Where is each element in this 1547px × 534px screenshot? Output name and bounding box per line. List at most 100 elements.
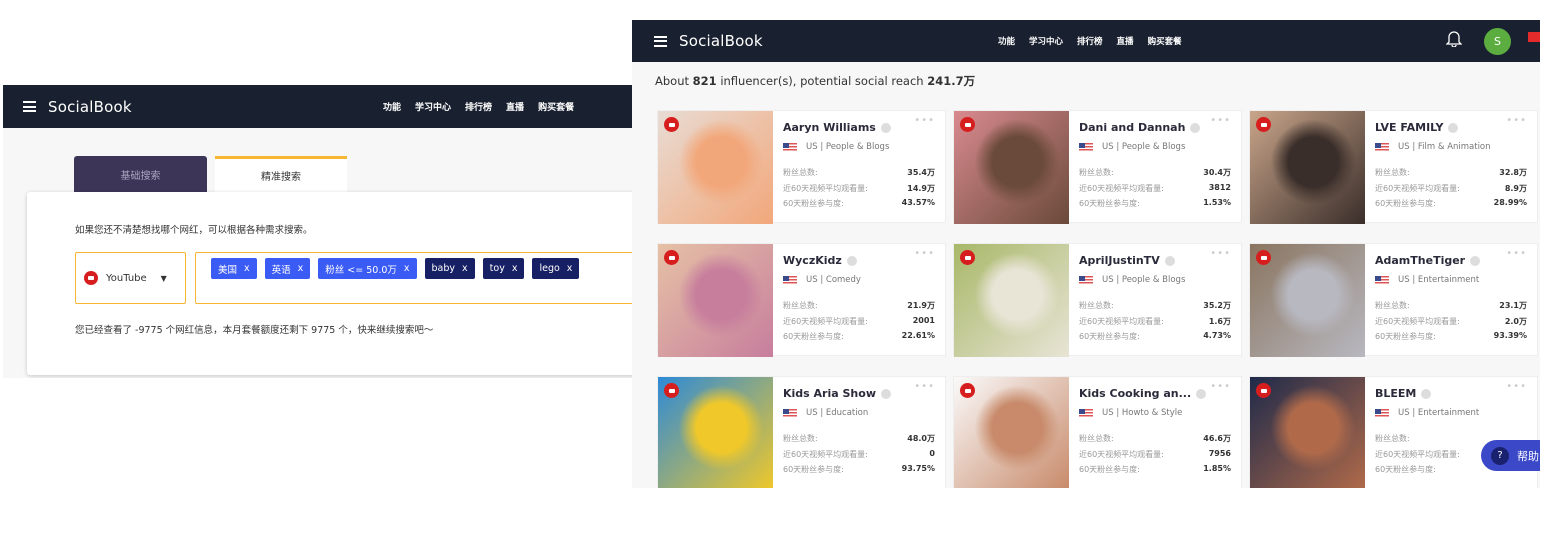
stat-value: 93.39%	[1493, 331, 1527, 340]
stat-row: 粉丝总数: 35.2万	[1079, 300, 1231, 316]
more-options-icon[interactable]: •••	[914, 248, 935, 259]
influencer-card[interactable]: LVE FAMILY ••• US | Film & Animation 粉丝总…	[1249, 110, 1538, 224]
tab-basic-search[interactable]: 基础搜索	[74, 156, 207, 192]
remove-tag-icon[interactable]: x	[512, 263, 518, 274]
influencer-photo[interactable]	[658, 377, 773, 488]
remove-tag-icon[interactable]: x	[567, 263, 573, 274]
filter-tags-input[interactable]: 美国 x 英语 x 粉丝 <= 50.0万 x baby x toy x lego x	[195, 252, 632, 304]
filter-tag[interactable]: lego x	[532, 258, 580, 279]
influencer-name[interactable]: WyczKidz	[783, 254, 935, 267]
more-options-icon[interactable]: •••	[1210, 248, 1231, 259]
stat-value: 22.61%	[901, 331, 935, 340]
verified-icon	[1470, 255, 1481, 266]
more-options-icon[interactable]: •••	[914, 381, 935, 392]
verified-icon	[1448, 122, 1459, 133]
help-button[interactable]: ? 帮助	[1481, 440, 1540, 471]
name-text: Aaryn Williams	[783, 121, 876, 134]
influencer-name[interactable]: AprilJustinTV	[1079, 254, 1231, 267]
user-avatar[interactable]: S	[1484, 28, 1511, 55]
remove-tag-icon[interactable]: x	[404, 263, 410, 274]
influencer-meta: US | Entertainment	[1375, 275, 1527, 285]
remove-tag-icon[interactable]: x	[462, 263, 468, 274]
menu-icon[interactable]	[654, 35, 667, 47]
filter-tag[interactable]: 英语 x	[264, 258, 311, 279]
influencer-card[interactable]: Aaryn Williams ••• US | People & Blogs 粉…	[657, 110, 946, 224]
filter-tag[interactable]: baby x	[424, 258, 475, 279]
influencer-name[interactable]: BLEEM	[1375, 387, 1527, 400]
brand-logo[interactable]: SocialBook	[48, 98, 132, 116]
more-options-icon[interactable]: •••	[914, 115, 935, 126]
card-info: Dani and Dannah ••• US | People & Blogs …	[1069, 111, 1241, 222]
nav-link[interactable]: 直播	[1117, 35, 1134, 47]
influencer-card[interactable]: Kids Cooking an... ••• US | Howto & Styl…	[953, 376, 1242, 488]
stat-label: 近60天视频平均观看量:	[1079, 449, 1164, 459]
us-flag-icon	[1079, 408, 1093, 418]
menu-icon[interactable]	[23, 101, 36, 112]
filter-tag[interactable]: 粉丝 <= 50.0万 x	[318, 258, 417, 279]
influencer-card[interactable]: AprilJustinTV ••• US | People & Blogs 粉丝…	[953, 243, 1242, 357]
youtube-icon	[960, 383, 975, 398]
filter-tag[interactable]: 美国 x	[211, 258, 257, 279]
influencer-photo[interactable]	[658, 111, 773, 224]
influencer-photo[interactable]	[1250, 244, 1365, 357]
influencer-photo[interactable]	[954, 111, 1069, 224]
stat-value: 35.2万	[1203, 301, 1231, 310]
more-options-icon[interactable]: •••	[1210, 381, 1231, 392]
youtube-icon	[664, 117, 679, 132]
verified-icon	[846, 255, 857, 266]
bell-icon[interactable]	[1446, 29, 1462, 47]
platform-value: YouTube	[106, 272, 147, 284]
stat-label: 近60天视频平均观看量:	[1079, 183, 1164, 193]
remove-tag-icon[interactable]: x	[244, 263, 250, 274]
influencer-card[interactable]: Kids Aria Show ••• US | Education 粉丝总数: 4…	[657, 376, 946, 488]
filter-tag[interactable]: toy x	[482, 258, 525, 279]
more-options-icon[interactable]: •••	[1506, 248, 1527, 259]
caret-down-icon: ▼	[160, 273, 167, 283]
stat-label: 粉丝总数:	[783, 434, 818, 443]
influencer-name[interactable]: LVE FAMILY	[1375, 121, 1527, 134]
more-options-icon[interactable]: •••	[1210, 115, 1231, 126]
influencer-card[interactable]: Dani and Dannah ••• US | People & Blogs …	[953, 110, 1242, 224]
nav-link[interactable]: 功能	[383, 100, 401, 113]
influencer-meta: US | People & Blogs	[1079, 275, 1231, 285]
stat-label: 粉丝总数:	[1079, 301, 1114, 310]
nav-link[interactable]: 功能	[998, 35, 1015, 47]
more-options-icon[interactable]: •••	[1506, 381, 1527, 392]
influencer-name[interactable]: Dani and Dannah	[1079, 121, 1231, 134]
more-options-icon[interactable]: •••	[1506, 115, 1527, 126]
nav-link[interactable]: 排行榜	[1077, 35, 1103, 47]
platform-select[interactable]: YouTube ▼	[75, 252, 186, 304]
influencer-photo[interactable]	[1250, 377, 1365, 488]
stat-value: 21.9万	[907, 301, 935, 310]
nav-link[interactable]: 学习中心	[1029, 35, 1063, 47]
search-panel: 如果您还不清楚想找哪个网红，可以根据各种需求搜索。 YouTube ▼ 美国 x 英…	[27, 192, 632, 375]
influencer-card[interactable]: AdamTheTiger ••• US | Entertainment 粉丝总数…	[1249, 243, 1538, 357]
china-flag-icon[interactable]	[1528, 32, 1540, 42]
stat-value: 32.8万	[1499, 168, 1527, 177]
influencer-card[interactable]: BLEEM ••• US | Entertainment 粉丝总数: 近60天视频…	[1249, 376, 1538, 488]
nav-link[interactable]: 直播	[506, 100, 524, 113]
nav-link[interactable]: 购买套餐	[538, 100, 574, 113]
stat-row: 近60天视频平均观看量: 1.6万	[1079, 316, 1231, 332]
influencer-name[interactable]: Aaryn Williams	[783, 121, 935, 134]
influencer-photo[interactable]	[954, 377, 1069, 488]
influencer-name[interactable]: AdamTheTiger	[1375, 254, 1527, 267]
tab-advanced-search[interactable]: 精准搜索	[215, 156, 347, 192]
nav-link[interactable]: 排行榜	[465, 100, 492, 113]
influencer-name[interactable]: Kids Cooking an...	[1079, 387, 1231, 400]
remove-tag-icon[interactable]: x	[298, 263, 304, 274]
nav-link[interactable]: 购买套餐	[1148, 35, 1182, 47]
influencer-photo[interactable]	[658, 244, 773, 357]
stat-label: 近60天视频平均观看量:	[1375, 449, 1460, 459]
stat-value: 7956	[1208, 448, 1231, 458]
brand-logo[interactable]: SocialBook	[679, 32, 763, 50]
influencer-name[interactable]: Kids Aria Show	[783, 387, 935, 400]
card-stats: 粉丝总数: 46.6万 近60天视频平均观看量: 7956 60天粉丝参与度: 1.85%	[1079, 433, 1231, 480]
stat-value: 8.9万	[1504, 183, 1527, 193]
influencer-card[interactable]: WyczKidz ••• US | Comedy 粉丝总数: 21.9万 近60天视…	[657, 243, 946, 357]
stat-value: 2001	[912, 315, 935, 325]
influencer-photo[interactable]	[954, 244, 1069, 357]
nav-link[interactable]: 学习中心	[415, 100, 451, 113]
influencer-photo[interactable]	[1250, 111, 1365, 224]
card-stats: 粉丝总数: 30.4万 近60天视频平均观看量: 3812 60天粉丝参与度: 1.53%	[1079, 167, 1231, 214]
